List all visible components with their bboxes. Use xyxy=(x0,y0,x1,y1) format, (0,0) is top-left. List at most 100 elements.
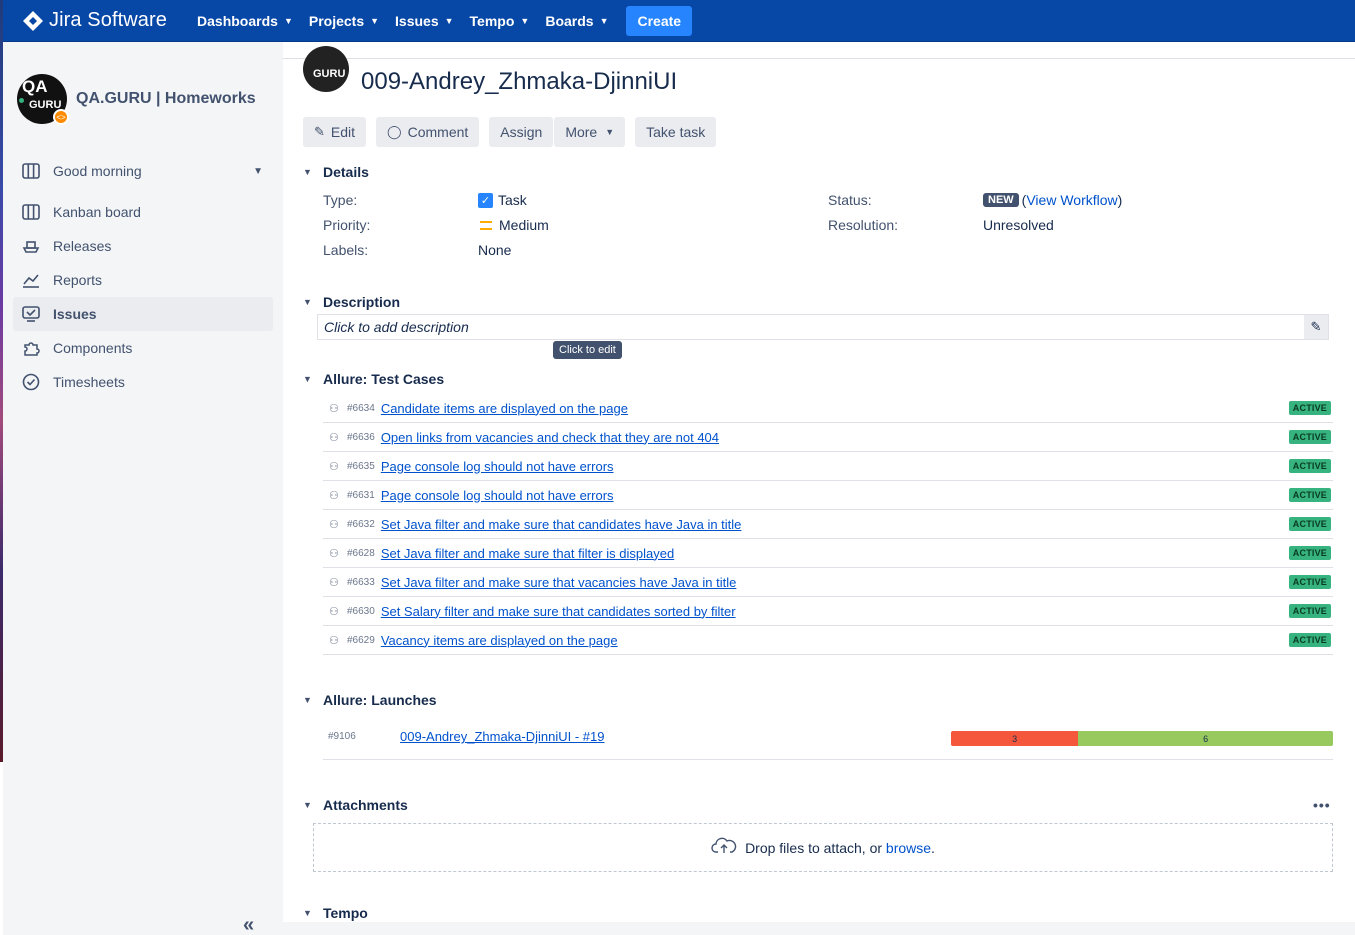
assign-button[interactable]: Assign xyxy=(489,117,554,147)
test-case-link[interactable]: Set Java filter and make sure that vacan… xyxy=(381,575,737,590)
status-badge: ACTIVE xyxy=(1288,430,1331,444)
type-value: ✓ Task xyxy=(478,192,527,208)
project-header[interactable]: QA GURU <> QA.GURU | Homeworks xyxy=(17,74,256,125)
nav-issues[interactable]: Issues ▼ xyxy=(395,0,454,42)
board-icon xyxy=(21,202,41,222)
priority-medium-icon xyxy=(480,220,492,230)
sidebar-item-timesheets[interactable]: Timesheets xyxy=(13,365,273,399)
jira-logo-icon xyxy=(23,10,43,31)
code-icon: <> xyxy=(53,109,69,125)
app-name: Jira Software xyxy=(49,9,168,31)
issue-view: GURU 009-Andrey_Zhmaka-DjinniUI ✎ Edit ◯ C… xyxy=(283,42,1355,935)
status-label: Status: xyxy=(828,192,872,208)
project-avatar: QA GURU <> xyxy=(17,74,69,125)
nav-projects[interactable]: Projects ▼ xyxy=(309,0,379,42)
list-item: ⚇ #6635 Page console log should not have e… xyxy=(323,452,1333,481)
jira-logo[interactable]: Jira Software xyxy=(23,9,167,32)
test-case-link[interactable]: Page console log should not have errors xyxy=(381,488,614,503)
attachments-heading[interactable]: ▼ Attachments xyxy=(303,797,408,813)
resolution-value: Unresolved xyxy=(983,217,1054,233)
sidebar-item-issues[interactable]: Issues xyxy=(13,297,273,331)
user-icon: ⚇ xyxy=(329,576,339,589)
browse-link[interactable]: browse xyxy=(886,840,931,856)
chevron-down-icon: ▼ xyxy=(303,374,312,384)
sidebar-nav: Good morning ▼ Kanban board Releases Rep… xyxy=(13,154,273,399)
sidebar-item-reports[interactable]: Reports xyxy=(13,263,273,297)
list-item: ⚇ #6628 Set Java filter and make sure that… xyxy=(323,539,1333,568)
more-button[interactable]: More ▼ xyxy=(554,117,626,147)
sidebar: QA GURU <> QA.GURU | Homeworks Good morn… xyxy=(3,42,283,935)
nav-tempo[interactable]: Tempo ▼ xyxy=(470,0,530,42)
test-cases-heading[interactable]: ▼ Allure: Test Cases xyxy=(303,371,444,387)
nav-boards[interactable]: Boards ▼ xyxy=(545,0,608,42)
ship-icon xyxy=(21,236,41,256)
pencil-icon: ✎ xyxy=(314,124,325,139)
resolution-label: Resolution: xyxy=(828,217,899,233)
project-name: QA.GURU | Homeworks xyxy=(76,90,256,107)
user-icon: ⚇ xyxy=(329,547,339,560)
status-badge: ACTIVE xyxy=(1288,633,1331,647)
sidebar-item-kanban-board[interactable]: Kanban board xyxy=(13,195,273,229)
take-task-button[interactable]: Take task xyxy=(635,117,717,147)
comment-button[interactable]: ◯ Comment xyxy=(376,117,480,147)
chart-icon xyxy=(21,270,41,290)
test-case-link[interactable]: Candidate items are displayed on the pag… xyxy=(381,401,628,416)
sidebar-item-components[interactable]: Components xyxy=(13,331,273,365)
attachments-menu-button[interactable]: ••• xyxy=(1313,797,1331,813)
collapse-sidebar-button[interactable]: « xyxy=(243,914,254,935)
status-badge: NEW xyxy=(983,193,1019,207)
nav-dashboards[interactable]: Dashboards ▼ xyxy=(197,0,293,42)
attachment-drop-zone[interactable]: Drop files to attach, or browse. xyxy=(313,823,1333,872)
test-case-link[interactable]: Open links from vacancies and check that… xyxy=(381,430,719,445)
create-button[interactable]: Create xyxy=(626,5,693,36)
failed-segment: 3 xyxy=(951,731,1079,746)
test-case-link[interactable]: Page console log should not have errors xyxy=(381,459,614,474)
chevron-down-icon: ▼ xyxy=(303,167,312,177)
chevron-down-icon: ▼ xyxy=(444,15,454,26)
test-case-link[interactable]: Set Java filter and make sure that filte… xyxy=(381,546,674,561)
task-icon: ✓ xyxy=(478,192,493,208)
board-selector[interactable]: Good morning ▼ xyxy=(13,154,273,188)
test-case-link[interactable]: Vacancy items are displayed on the page xyxy=(381,633,618,648)
pencil-icon[interactable]: ✎ xyxy=(1304,315,1328,339)
user-icon: ⚇ xyxy=(329,489,339,502)
issue-title: 009-Andrey_Zhmaka-DjinniUI xyxy=(361,68,678,95)
user-icon: ⚇ xyxy=(329,402,339,415)
chevron-down-icon: ▼ xyxy=(520,15,530,26)
list-item: ⚇ #6629 Vacancy items are displayed on the… xyxy=(323,626,1333,655)
chevron-down-icon: ▼ xyxy=(303,800,312,810)
passed-segment: 6 xyxy=(1078,731,1333,746)
chevron-down-icon: ▼ xyxy=(283,15,293,26)
view-workflow-link[interactable]: View Workflow xyxy=(1026,192,1117,208)
launches-heading[interactable]: ▼ Allure: Launches xyxy=(303,692,437,708)
sidebar-item-releases[interactable]: Releases xyxy=(13,229,273,263)
test-case-list: ⚇ #6634 Candidate items are displayed on t… xyxy=(323,394,1333,655)
tempo-heading[interactable]: ▼ Tempo xyxy=(303,905,368,921)
edit-button[interactable]: ✎ Edit xyxy=(303,117,367,147)
issue-project-avatar: GURU xyxy=(303,46,349,92)
chevron-down-icon: ▼ xyxy=(303,695,312,705)
user-icon: ⚇ xyxy=(329,518,339,531)
edit-tooltip: Click to edit xyxy=(553,341,622,359)
list-item: ⚇ #6631 Page console log should not have e… xyxy=(323,481,1333,510)
chevron-down-icon: ▼ xyxy=(303,908,312,918)
top-navigation: Jira Software Dashboards ▼ Projects ▼ Issu… xyxy=(3,0,1355,42)
issues-icon xyxy=(21,304,41,324)
cloud-upload-icon xyxy=(711,836,737,859)
description-heading[interactable]: ▼ Description xyxy=(303,294,400,310)
status-badge: ACTIVE xyxy=(1288,575,1331,589)
test-case-link[interactable]: Set Salary filter and make sure that can… xyxy=(381,604,736,619)
status-badge: ACTIVE xyxy=(1288,459,1331,473)
details-heading[interactable]: ▼ Details xyxy=(303,164,369,180)
user-icon: ⚇ xyxy=(329,431,339,444)
comment-icon: ◯ xyxy=(387,124,402,139)
issue-toolbar: ✎ Edit ◯ Comment Assign More ▼ Take task xyxy=(303,117,726,147)
priority-value: Medium xyxy=(480,217,549,233)
launch-link[interactable]: 009-Andrey_Zhmaka-DjinniUI - #19 xyxy=(400,729,604,744)
test-case-link[interactable]: Set Java filter and make sure that candi… xyxy=(381,517,742,532)
description-field[interactable]: Click to add description ✎ xyxy=(317,314,1329,340)
list-item: ⚇ #6636 Open links from vacancies and chec… xyxy=(323,423,1333,452)
user-icon: ⚇ xyxy=(329,634,339,647)
labels-value: None xyxy=(478,242,512,258)
chevron-down-icon: ▼ xyxy=(303,297,312,307)
